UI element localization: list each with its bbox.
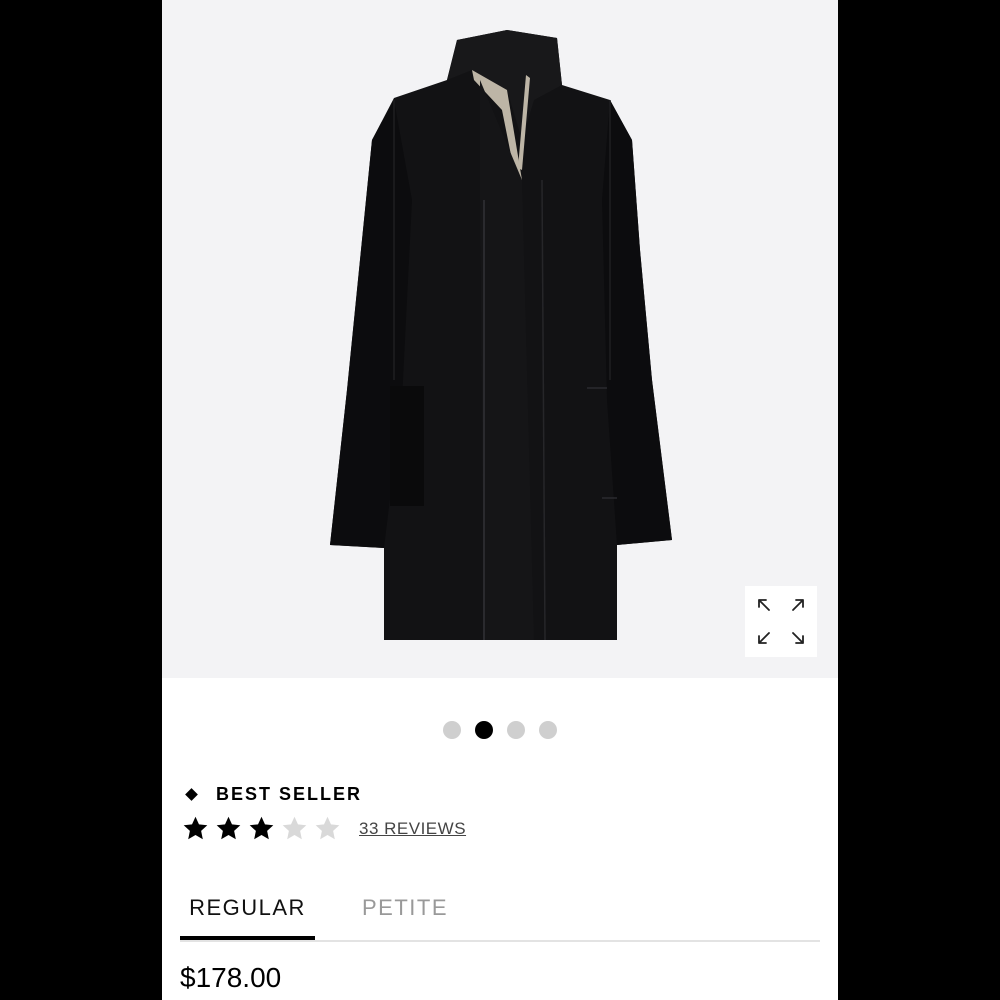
fit-tabs: REGULAR PETITE xyxy=(180,888,820,942)
star-filled-icon xyxy=(183,816,208,840)
pagination-dot-2[interactable] xyxy=(475,721,493,739)
badge-label: BEST SELLER xyxy=(216,784,363,804)
rating-row: 33 REVIEWS xyxy=(182,815,466,842)
star-empty-icon xyxy=(315,816,340,840)
reviews-link[interactable]: 33 REVIEWS xyxy=(359,819,466,839)
best-seller-badge: BEST SELLER xyxy=(184,784,362,805)
product-screen: BEST SELLER 33 REVIEWS REGULAR PETITE $1… xyxy=(162,0,838,1000)
pagination-dot-3[interactable] xyxy=(507,721,525,739)
star-filled-icon xyxy=(249,816,274,840)
pagination-dot-1[interactable] xyxy=(443,721,461,739)
star-rating xyxy=(182,815,341,842)
tab-regular[interactable]: REGULAR xyxy=(180,888,315,940)
pagination-dot-4[interactable] xyxy=(539,721,557,739)
coat-product-image xyxy=(330,30,672,641)
expand-arrows-icon xyxy=(758,599,804,644)
expand-image-button[interactable] xyxy=(745,586,817,657)
product-image-gallery[interactable] xyxy=(162,0,838,678)
star-empty-icon xyxy=(282,816,307,840)
star-filled-icon xyxy=(216,816,241,840)
diamond-icon xyxy=(185,788,198,801)
image-pagination-dots xyxy=(162,721,838,741)
tab-petite[interactable]: PETITE xyxy=(362,888,448,938)
product-price: $178.00 xyxy=(180,962,282,993)
